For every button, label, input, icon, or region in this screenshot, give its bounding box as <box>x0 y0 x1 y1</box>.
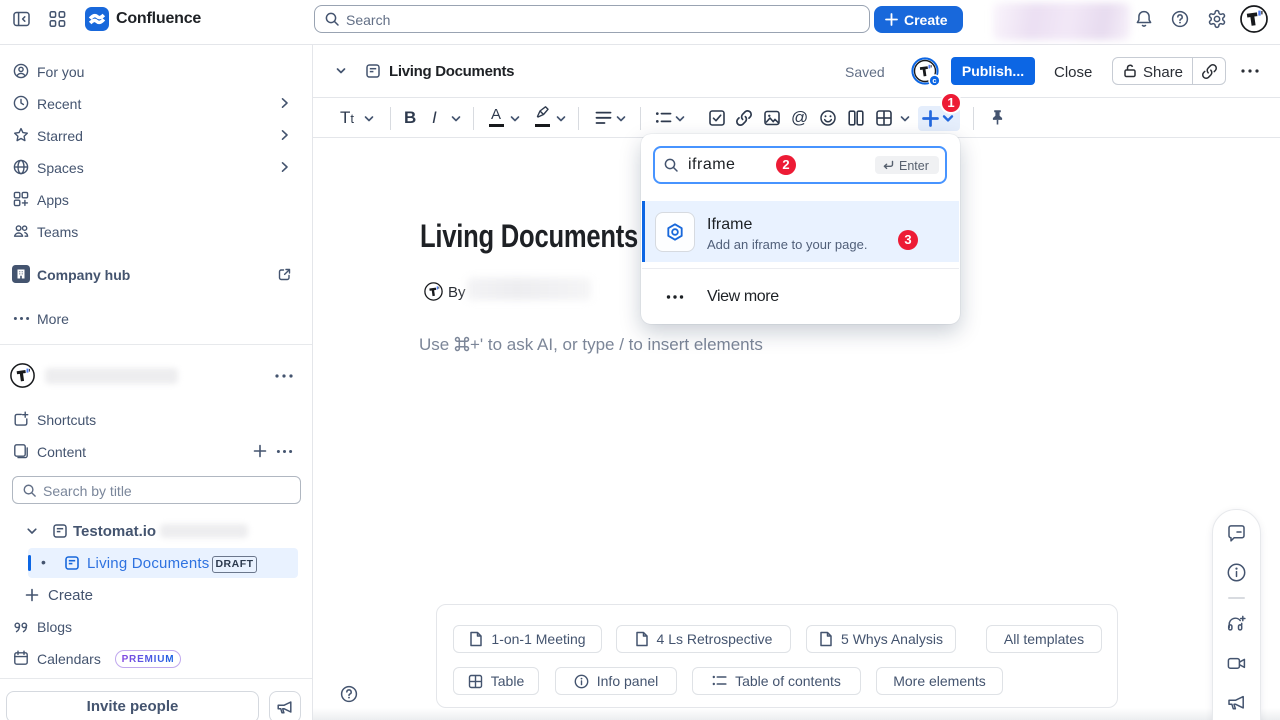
svg-text:c: c <box>932 76 936 85</box>
